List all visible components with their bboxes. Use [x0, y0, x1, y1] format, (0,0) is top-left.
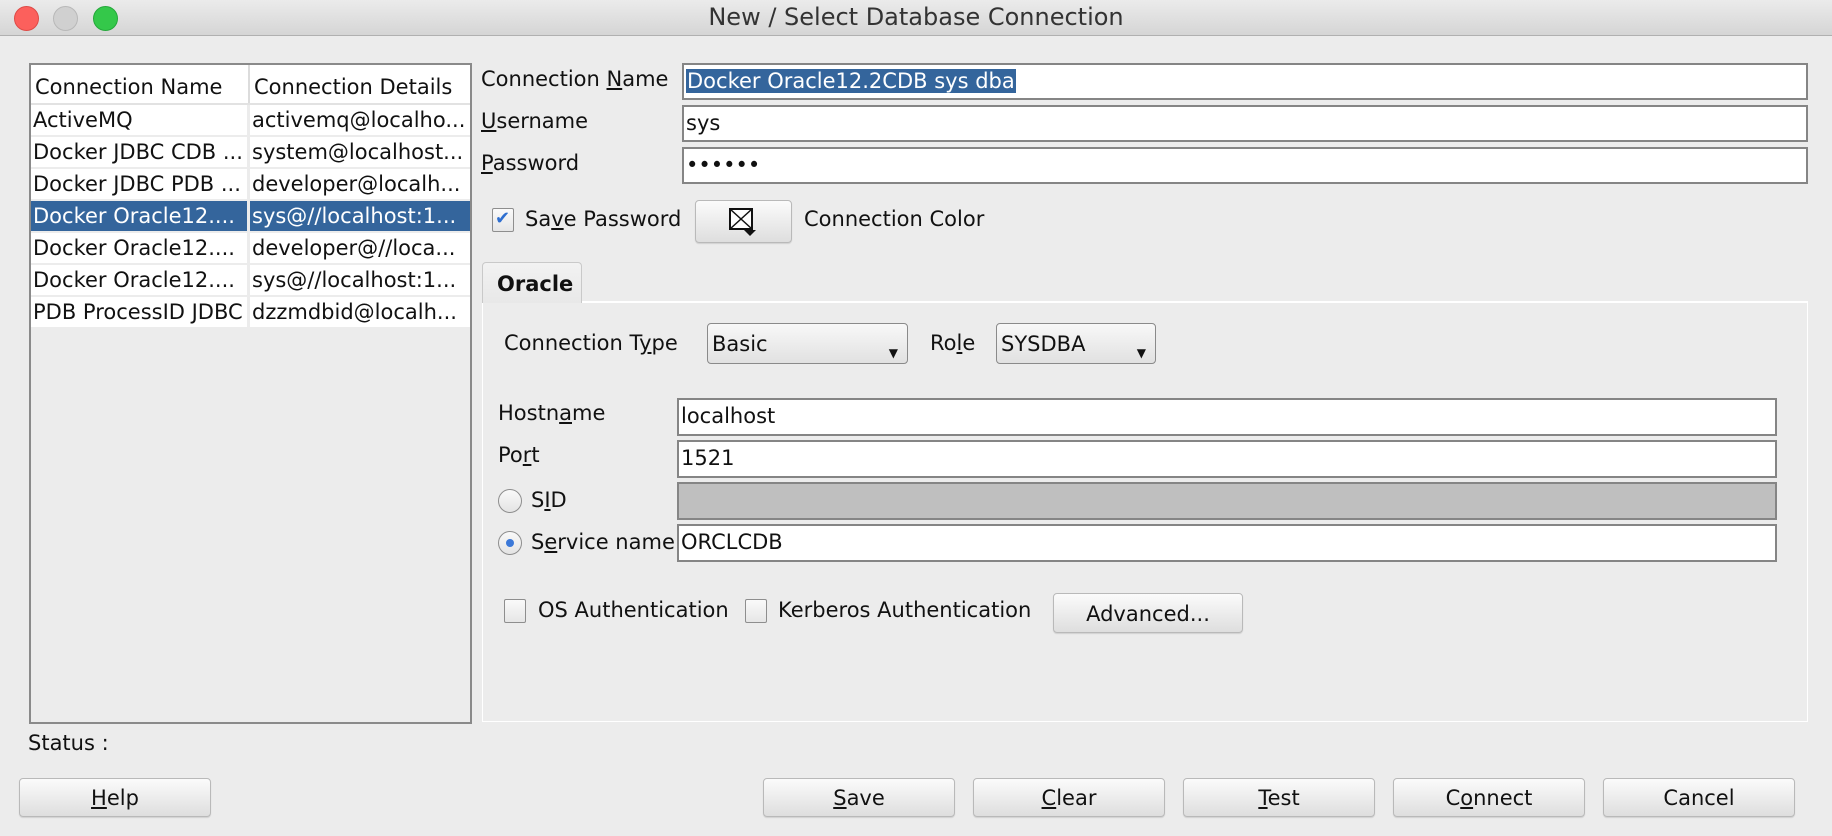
- cell-connection-name: Docker Oracle12....: [33, 268, 235, 292]
- save-password-checkbox[interactable]: [492, 208, 514, 232]
- sid-label[interactable]: SID: [531, 488, 567, 512]
- table-row[interactable]: Docker Oracle12.... sys@//localhost:1...: [31, 265, 470, 295]
- connection-type-select[interactable]: Basic ▼: [707, 323, 908, 364]
- cell-connection-details: developer@localh...: [252, 172, 461, 196]
- connection-name-input[interactable]: Docker Oracle12.2CDB sys dba: [682, 63, 1808, 100]
- port-label: Port: [498, 443, 540, 467]
- clear-button[interactable]: Clear: [973, 778, 1165, 817]
- os-authentication-checkbox[interactable]: [504, 599, 526, 623]
- table-row[interactable]: Docker Oracle12.... developer@//loca...: [31, 233, 470, 263]
- role-label: Role: [930, 331, 976, 355]
- username-input[interactable]: sys: [682, 105, 1808, 142]
- advanced-button[interactable]: Advanced...: [1053, 593, 1243, 633]
- dropdown-arrow-icon: ▼: [1136, 346, 1146, 360]
- port-input[interactable]: 1521: [677, 440, 1777, 478]
- connection-color-button[interactable]: [695, 200, 792, 243]
- cell-connection-name: Docker JDBC CDB ...: [33, 140, 243, 164]
- save-button[interactable]: Save: [763, 778, 955, 817]
- test-button[interactable]: Test: [1183, 778, 1375, 817]
- connection-color-label: Connection Color: [804, 207, 985, 231]
- connection-name-label: Connection Name: [481, 67, 669, 91]
- cell-connection-details: sys@//localhost:1...: [252, 268, 457, 292]
- cell-connection-details: developer@//loca...: [252, 236, 456, 260]
- role-select[interactable]: SYSDBA ▼: [996, 323, 1156, 364]
- password-label: Password: [481, 151, 580, 175]
- table-row[interactable]: ActiveMQ activemq@localho...: [31, 105, 470, 135]
- sid-radio[interactable]: [498, 489, 522, 513]
- table-header: Connection Name Connection Details: [31, 65, 470, 105]
- table-row[interactable]: Docker Oracle12.... sys@//localhost:1...: [31, 201, 470, 231]
- tab-oracle[interactable]: Oracle: [482, 262, 582, 303]
- connection-type-value: Basic: [712, 332, 768, 356]
- table-row[interactable]: Docker JDBC PDB ... developer@localh...: [31, 169, 470, 199]
- cell-connection-details: activemq@localho...: [252, 108, 466, 132]
- table-row[interactable]: PDB ProcessID JDBC dzzmdbid@localh...: [31, 297, 470, 327]
- window-title: New / Select Database Connection: [708, 3, 1124, 31]
- column-header-connection-name[interactable]: Connection Name: [31, 65, 248, 103]
- role-value: SYSDBA: [1001, 332, 1086, 356]
- dropdown-arrow-icon: ▼: [888, 346, 898, 360]
- cell-connection-name: PDB ProcessID JDBC: [33, 300, 243, 324]
- help-button[interactable]: Help: [19, 778, 211, 817]
- kerberos-authentication-checkbox[interactable]: [745, 599, 767, 623]
- connection-name-value: Docker Oracle12.2CDB sys dba: [686, 69, 1016, 93]
- connections-table[interactable]: Connection Name Connection Details Activ…: [29, 63, 472, 724]
- cell-connection-name: Docker JDBC PDB ...: [33, 172, 241, 196]
- hostname-label: Hostname: [498, 401, 606, 425]
- cell-connection-name: ActiveMQ: [33, 108, 133, 132]
- save-password-label[interactable]: Save Password: [525, 207, 681, 231]
- os-authentication-label[interactable]: OS Authentication: [538, 598, 729, 622]
- kerberos-authentication-label[interactable]: Kerberos Authentication: [778, 598, 1031, 622]
- column-header-connection-details[interactable]: Connection Details: [250, 65, 470, 103]
- hostname-input[interactable]: localhost: [677, 398, 1777, 436]
- password-input[interactable]: ••••••: [682, 147, 1808, 184]
- cell-connection-name: Docker Oracle12....: [33, 204, 235, 228]
- connection-type-label: Connection Type: [504, 331, 678, 355]
- table-row[interactable]: Docker JDBC CDB ... system@localhost...: [31, 137, 470, 167]
- service-name-input[interactable]: ORCLCDB: [677, 524, 1777, 562]
- username-label: Username: [481, 109, 589, 133]
- connect-button[interactable]: Connect: [1393, 778, 1585, 817]
- cell-connection-details: sys@//localhost:1...: [252, 204, 457, 228]
- color-picker-icon: [729, 208, 756, 236]
- cell-connection-name: Docker Oracle12....: [33, 236, 235, 260]
- service-name-radio[interactable]: [498, 531, 522, 555]
- cancel-button[interactable]: Cancel: [1603, 778, 1795, 817]
- cell-connection-details: system@localhost...: [252, 140, 464, 164]
- sid-input: [677, 482, 1777, 520]
- status-label: Status :: [28, 731, 109, 755]
- cell-connection-details: dzzmdbid@localh...: [252, 300, 457, 324]
- service-name-label[interactable]: Service name: [531, 530, 675, 554]
